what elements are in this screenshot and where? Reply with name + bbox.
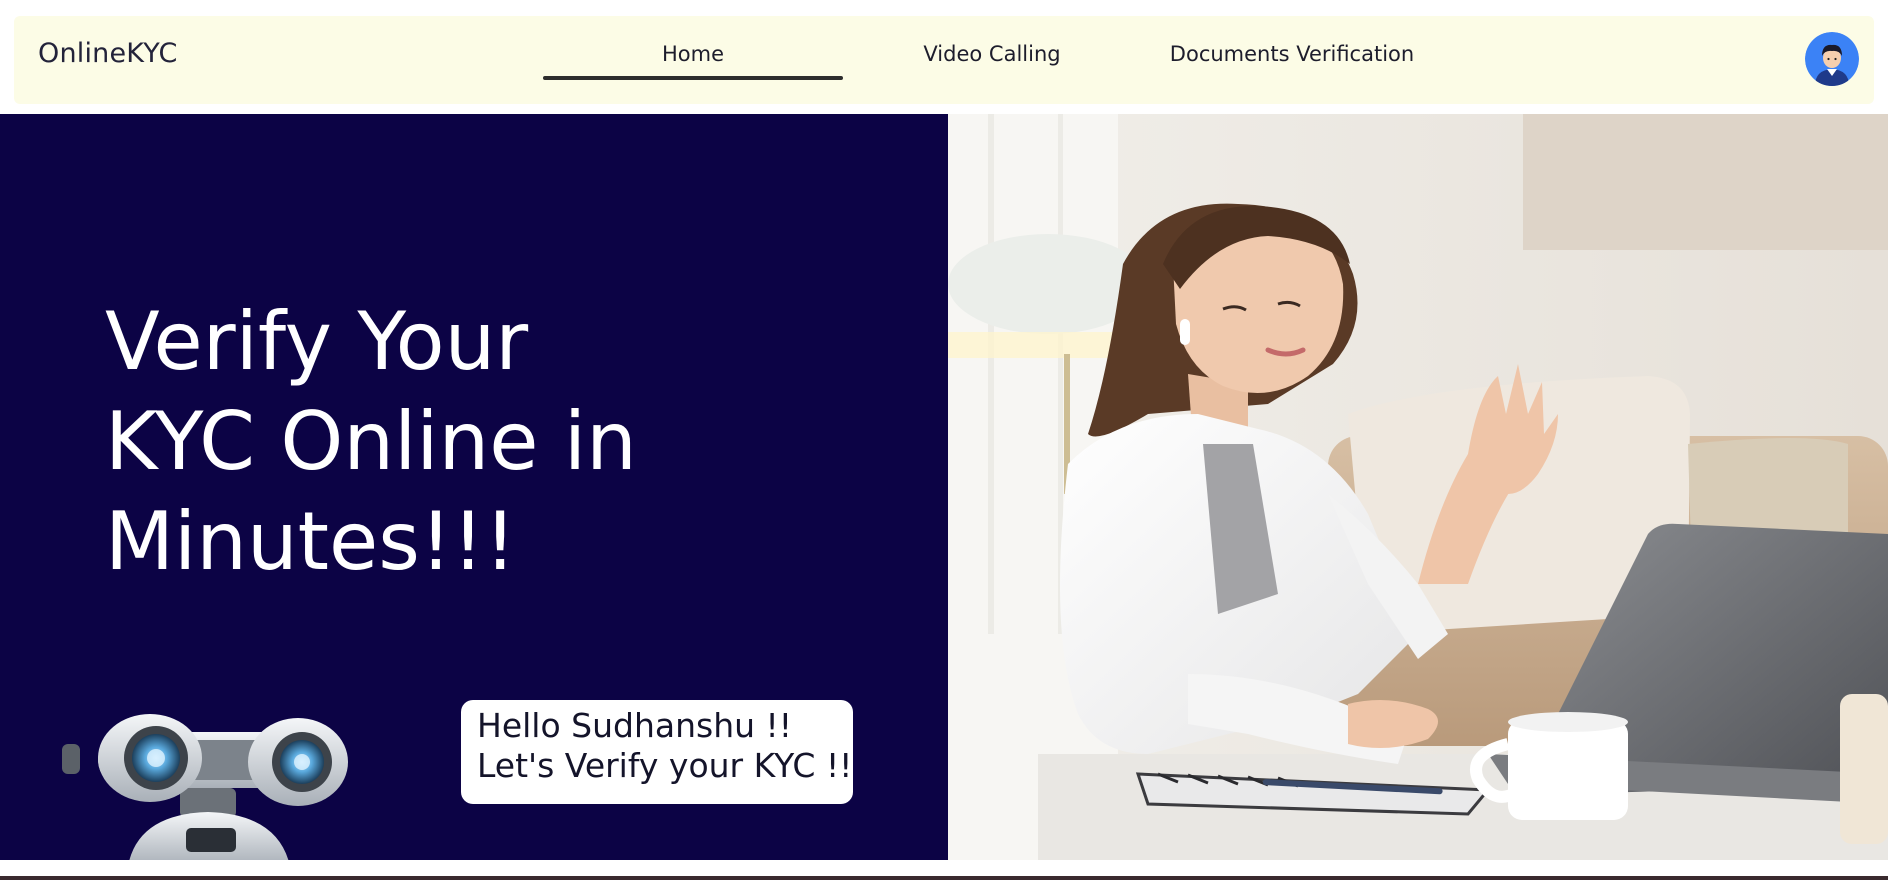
nav-link-documents-verification[interactable]: Documents Verification: [1142, 42, 1442, 66]
hero-panel: Verify Your KYC Online in Minutes!!! Hel…: [0, 114, 948, 860]
nav-link-video-calling[interactable]: Video Calling: [842, 42, 1142, 66]
top-navbar: OnlineKYC Home Video Calling Documents V…: [14, 16, 1874, 104]
hero-heading-line-2: KYC Online in: [105, 395, 637, 488]
hero-heading-line-3: Minutes!!!: [105, 495, 517, 588]
bottom-edge-strip: [0, 876, 1888, 880]
active-tab-indicator: [543, 76, 843, 80]
user-avatar-icon[interactable]: [1805, 32, 1859, 86]
greeting-line-2: Let's Verify your KYC !!: [477, 746, 853, 785]
nav-link-home[interactable]: Home: [543, 42, 843, 66]
greeting-line-1: Hello Sudhanshu !!: [477, 706, 792, 745]
hero-image: [948, 114, 1888, 860]
hero-heading: Verify Your KYC Online in Minutes!!!: [105, 292, 805, 592]
brand-logo[interactable]: OnlineKYC: [38, 38, 178, 69]
greeting-speech-bubble: Hello Sudhanshu !! Let's Verify your KYC…: [461, 700, 853, 804]
robot-illustration: [62, 714, 348, 860]
hero-heading-line-1: Verify Your: [105, 295, 529, 388]
